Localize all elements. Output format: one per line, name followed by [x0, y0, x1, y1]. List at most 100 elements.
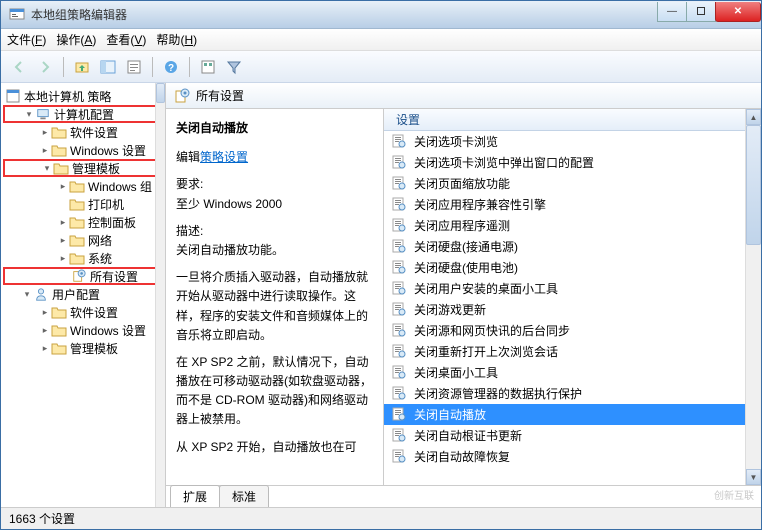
- tree-expander-icon[interactable]: ▸: [57, 181, 69, 192]
- tree-item[interactable]: ▸系统: [3, 249, 163, 267]
- list-item[interactable]: 关闭选项卡浏览中弹出窗口的配置: [384, 152, 761, 173]
- tree-item[interactable]: ▾ 用户配置: [3, 285, 163, 303]
- tree-item-label: 计算机配置: [54, 106, 114, 123]
- list-item[interactable]: 关闭重新打开上次浏览会话: [384, 341, 761, 362]
- titlebar[interactable]: 本地组策略编辑器 — ✕: [1, 1, 761, 29]
- up-button[interactable]: [70, 55, 94, 79]
- settings-list[interactable]: 关闭选项卡浏览关闭选项卡浏览中弹出窗口的配置关闭页面缩放功能关闭应用程序兼容性引…: [384, 131, 761, 485]
- list-item-label: 关闭选项卡浏览: [414, 133, 498, 150]
- tree-item[interactable]: ▸ Windows 组: [3, 177, 163, 195]
- policy-item-icon: [392, 365, 408, 381]
- tree-expander-icon[interactable]: ▾: [41, 163, 53, 174]
- tree-expander-icon[interactable]: ▸: [57, 235, 69, 246]
- svg-text:?: ?: [168, 63, 174, 74]
- tree-expander-icon[interactable]: ▸: [39, 307, 51, 318]
- policy-item-icon: [392, 428, 408, 444]
- policy-name: 关闭自动播放: [176, 119, 373, 138]
- folder-icon: [69, 214, 85, 230]
- filter-button[interactable]: [222, 55, 246, 79]
- tree-item-label: Windows 设置: [70, 322, 146, 339]
- minimize-button[interactable]: —: [657, 2, 687, 22]
- tree-item[interactable]: ▸软件设置: [3, 123, 163, 141]
- tree-item[interactable]: ▸控制面板: [3, 213, 163, 231]
- list-item[interactable]: 关闭自动播放: [384, 404, 761, 425]
- forward-button[interactable]: [33, 55, 57, 79]
- tree-expander-icon[interactable]: ▸: [39, 325, 51, 336]
- menu-view[interactable]: 查看(V): [106, 31, 146, 48]
- tree-item[interactable]: ▸ Windows 设置: [3, 321, 163, 339]
- list-item[interactable]: 关闭应用程序兼容性引擎: [384, 194, 761, 215]
- tree-item[interactable]: ▾ 管理模板: [3, 159, 163, 177]
- description-p4: 从 XP SP2 开始，自动播放也在可: [176, 438, 373, 457]
- tree-item[interactable]: 打印机: [3, 195, 163, 213]
- tree-item-label: 管理模板: [72, 160, 120, 177]
- policy-item-icon: [392, 197, 408, 213]
- policy-item-icon: [392, 134, 408, 150]
- toolbar: ?: [1, 51, 761, 83]
- list-item[interactable]: 关闭自动故障恢复: [384, 446, 761, 467]
- folder-icon: [69, 196, 85, 212]
- tree-expander-icon[interactable]: ▸: [39, 145, 51, 156]
- show-tree-button[interactable]: [96, 55, 120, 79]
- folder-icon: [51, 304, 67, 320]
- list-item-label: 关闭选项卡浏览中弹出窗口的配置: [414, 154, 594, 171]
- list-item[interactable]: 关闭自动根证书更新: [384, 425, 761, 446]
- tree-expander-icon[interactable]: ▾: [23, 109, 35, 120]
- tree-item-label: Windows 设置: [70, 142, 146, 159]
- tree-item-label: 用户配置: [52, 286, 100, 303]
- list-scrollbar[interactable]: ▲ ▼: [745, 109, 761, 485]
- list-item[interactable]: 关闭源和网页快讯的后台同步: [384, 320, 761, 341]
- tree-expander-icon[interactable]: ▸: [39, 127, 51, 138]
- menu-help[interactable]: 帮助(H): [156, 31, 197, 48]
- list-item[interactable]: 关闭硬盘(使用电池): [384, 257, 761, 278]
- tree-item[interactable]: ▸ 网络: [3, 231, 163, 249]
- tree-item[interactable]: ▸管理模板: [3, 339, 163, 357]
- list-item[interactable]: 关闭游戏更新: [384, 299, 761, 320]
- tree-item[interactable]: ▾ 计算机配置: [3, 105, 163, 123]
- tree-expander-icon[interactable]: ▸: [57, 253, 69, 264]
- tree-expander-icon[interactable]: ▾: [21, 289, 33, 300]
- list-item[interactable]: 关闭资源管理器的数据执行保护: [384, 383, 761, 404]
- edit-policy-link[interactable]: 策略设置: [200, 150, 248, 164]
- tree-item[interactable]: 所有设置: [3, 267, 163, 285]
- policy-item-icon: [392, 407, 408, 423]
- list-item[interactable]: 关闭应用程序遥测: [384, 215, 761, 236]
- tree-pane[interactable]: 本地计算机 策略 ▾计算机配置▸软件设置▸Windows 设置▾管理模板▸Win…: [1, 83, 166, 507]
- help-button[interactable]: ?: [159, 55, 183, 79]
- policy-icon: [5, 88, 21, 104]
- list-item[interactable]: 关闭硬盘(接通电源): [384, 236, 761, 257]
- list-item-label: 关闭重新打开上次浏览会话: [414, 343, 558, 360]
- tree-scrollbar[interactable]: [155, 83, 165, 507]
- menu-file[interactable]: 文件(F): [7, 31, 46, 48]
- tab-extended[interactable]: 扩展: [170, 485, 220, 507]
- tab-standard[interactable]: 标准: [219, 485, 269, 507]
- tree-root[interactable]: 本地计算机 策略: [3, 87, 163, 105]
- folder-icon: [51, 322, 67, 338]
- info-pane: 关闭自动播放 编辑策略设置 要求: 至少 Windows 2000 描述: 关闭…: [166, 109, 384, 485]
- window-title: 本地组策略编辑器: [31, 6, 658, 23]
- tree-item[interactable]: ▸ Windows 设置: [3, 141, 163, 159]
- menu-action[interactable]: 操作(A): [56, 31, 96, 48]
- tree-expander-icon[interactable]: ▸: [57, 217, 69, 228]
- list-item[interactable]: 关闭桌面小工具: [384, 362, 761, 383]
- policy-item-icon: [392, 344, 408, 360]
- list-header[interactable]: 设置: [384, 109, 761, 131]
- tree-expander-icon[interactable]: ▸: [39, 343, 51, 354]
- policy-item-icon: [392, 218, 408, 234]
- settings-list-pane: 设置 关闭选项卡浏览关闭选项卡浏览中弹出窗口的配置关闭页面缩放功能关闭应用程序兼…: [384, 109, 761, 485]
- settings-icon: [71, 268, 87, 284]
- tree-item-label: Windows 组: [88, 178, 152, 195]
- list-item[interactable]: 关闭选项卡浏览: [384, 131, 761, 152]
- content-split: 关闭自动播放 编辑策略设置 要求: 至少 Windows 2000 描述: 关闭…: [166, 109, 761, 485]
- back-button[interactable]: [7, 55, 31, 79]
- list-item[interactable]: 关闭页面缩放功能: [384, 173, 761, 194]
- properties-button[interactable]: [122, 55, 146, 79]
- tree-item-label: 网络: [88, 232, 112, 249]
- options-button[interactable]: [196, 55, 220, 79]
- edit-link-row: 编辑策略设置: [176, 148, 373, 167]
- tree-item-label: 所有设置: [90, 268, 138, 285]
- maximize-button[interactable]: [686, 2, 716, 22]
- tree-item[interactable]: ▸软件设置: [3, 303, 163, 321]
- list-item[interactable]: 关闭用户安装的桌面小工具: [384, 278, 761, 299]
- close-button[interactable]: ✕: [715, 2, 761, 22]
